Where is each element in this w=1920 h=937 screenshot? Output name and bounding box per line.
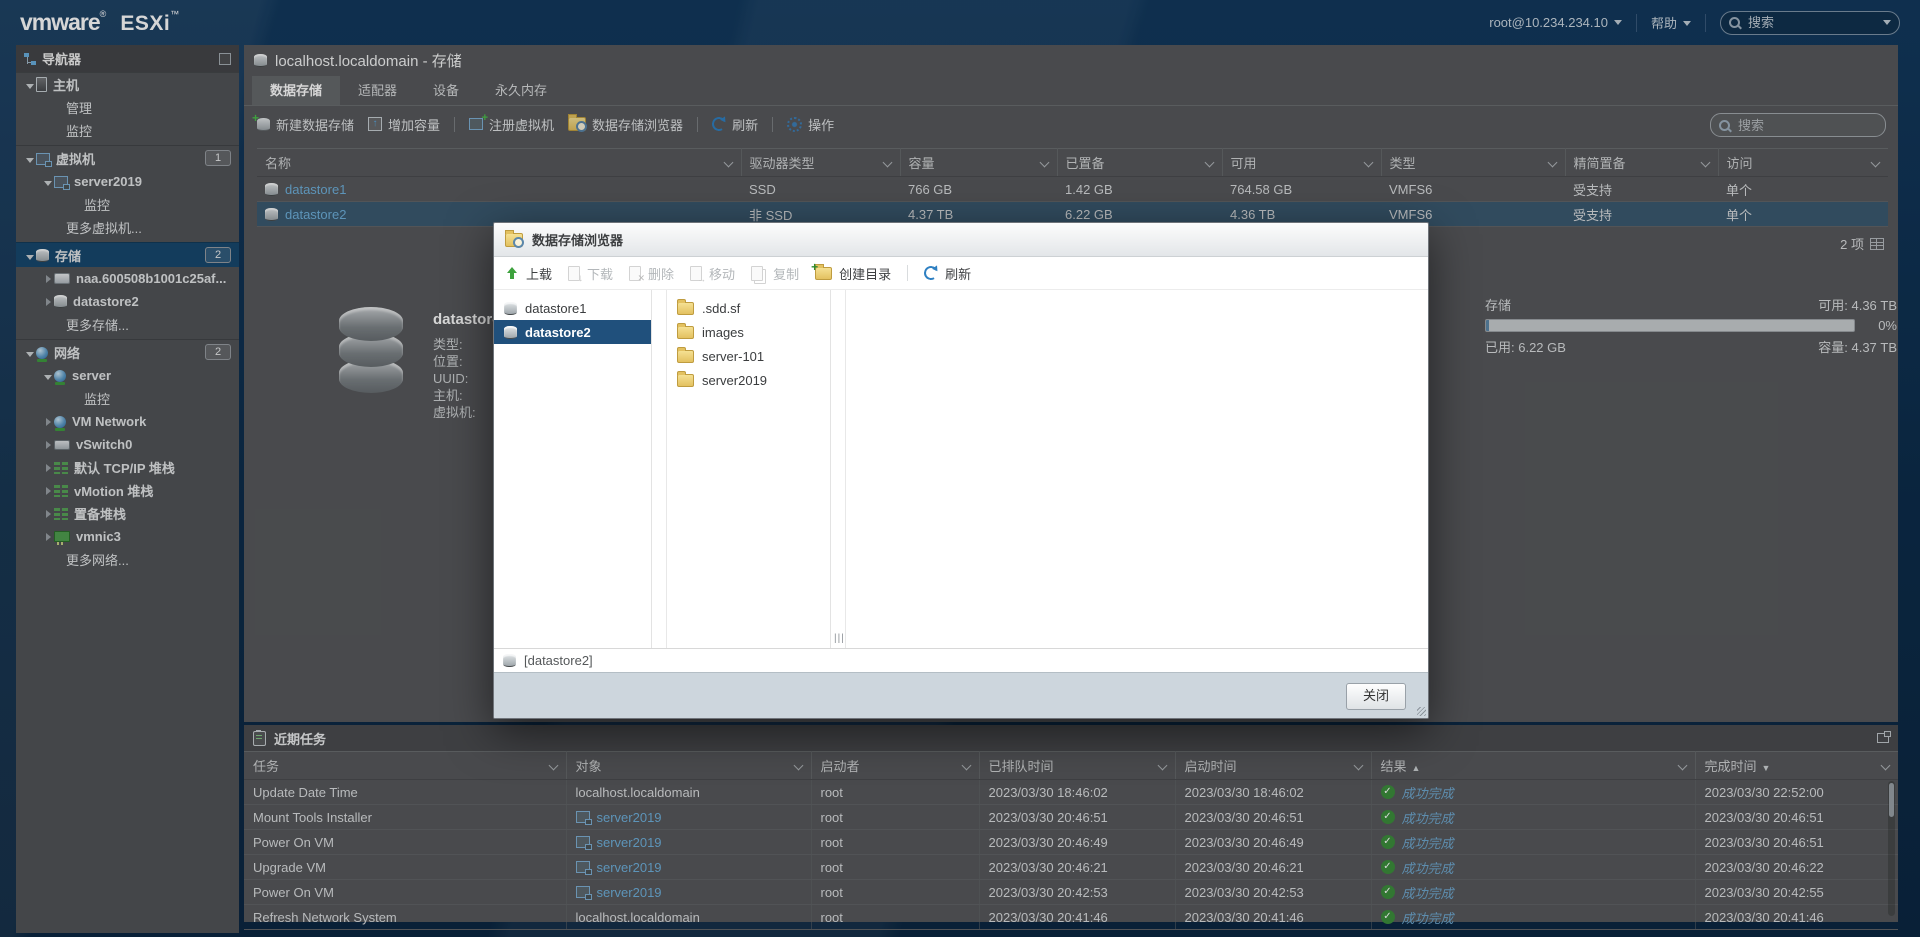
dialog-folder-item[interactable]: server-101 (667, 344, 830, 368)
up-icon (506, 267, 519, 280)
dialog-folder-label: .sdd.sf (702, 301, 740, 316)
dialog-datastore-label: datastore2 (525, 325, 591, 340)
newdir-icon (815, 267, 832, 280)
folder-icon (677, 374, 694, 387)
dialog-toolbar-7[interactable]: 刷新 (924, 264, 971, 283)
dialog-toolbar-label: 创建目录 (839, 264, 891, 283)
datastore-browser-dialog: 数据存储浏览器 上载下载删除移动复制创建目录刷新 datastore1datas… (493, 222, 1429, 719)
datastore-list: datastore1 datastore2 (494, 290, 652, 648)
close-button[interactable]: 关闭 (1346, 683, 1406, 710)
divider (907, 265, 908, 281)
dialog-body: datastore1 datastore2 .sdd.sf images server… (494, 290, 1428, 648)
dialog-toolbar-0[interactable]: 上载 (506, 264, 552, 283)
datastore-browser-icon (505, 233, 523, 247)
dialog-toolbar-label: 下载 (587, 264, 613, 283)
folder-icon (677, 302, 694, 315)
folder-icon (677, 350, 694, 363)
down-icon (568, 266, 580, 281)
dialog-folder-item[interactable]: .sdd.sf (667, 296, 830, 320)
dialog-folder-label: server2019 (702, 373, 767, 388)
dialog-toolbar-label: 上载 (526, 264, 552, 283)
dialog-toolbar-3: 移动 (690, 264, 735, 283)
dialog-status-bar: [datastore2] (494, 648, 1428, 672)
dialog-toolbar-label: 删除 (648, 264, 674, 283)
dialog-toolbar-4: 复制 (751, 264, 799, 283)
resize-grip[interactable] (1417, 707, 1426, 716)
ref-icon (923, 264, 940, 281)
datastore-icon (503, 654, 516, 667)
dialog-folder-label: server-101 (702, 349, 764, 364)
dialog-title-bar: 数据存储浏览器 (494, 223, 1428, 257)
dialog-toolbar-5[interactable]: 创建目录 (815, 264, 891, 283)
copy-icon (751, 266, 763, 281)
dialog-datastore-label: datastore1 (525, 301, 586, 316)
datastore-icon (504, 302, 517, 315)
dialog-toolbar-label: 刷新 (945, 264, 971, 283)
dialog-datastore-item[interactable]: datastore2 (494, 320, 651, 344)
move-icon (690, 266, 702, 281)
dialog-toolbar: 上载 下载 删除 移动 复制 创建目录 刷新 (494, 257, 1428, 290)
dialog-title: 数据存储浏览器 (532, 230, 623, 249)
dialog-toolbar-2: 删除 (629, 264, 674, 283)
column-splitter[interactable] (652, 290, 667, 648)
dialog-toolbar-label: 移动 (709, 264, 735, 283)
splitter-handle-icon[interactable]: ||| (834, 633, 845, 644)
datastore-icon (504, 326, 517, 339)
dialog-toolbar-1: 下载 (568, 264, 613, 283)
dialog-datastore-item[interactable]: datastore1 (494, 296, 651, 320)
folder-list: .sdd.sf images server-101 server2019 (667, 290, 831, 648)
dialog-folder-item[interactable]: images (667, 320, 830, 344)
folder-icon (677, 326, 694, 339)
dialog-toolbar-label: 复制 (773, 264, 799, 283)
dialog-folder-label: images (702, 325, 744, 340)
selected-path: [datastore2] (524, 653, 593, 668)
del-icon (629, 266, 641, 281)
dialog-folder-item[interactable]: server2019 (667, 368, 830, 392)
dialog-footer: 关闭 (494, 672, 1428, 718)
column-splitter[interactable]: ||| (831, 290, 846, 648)
file-list-empty (846, 290, 1428, 648)
